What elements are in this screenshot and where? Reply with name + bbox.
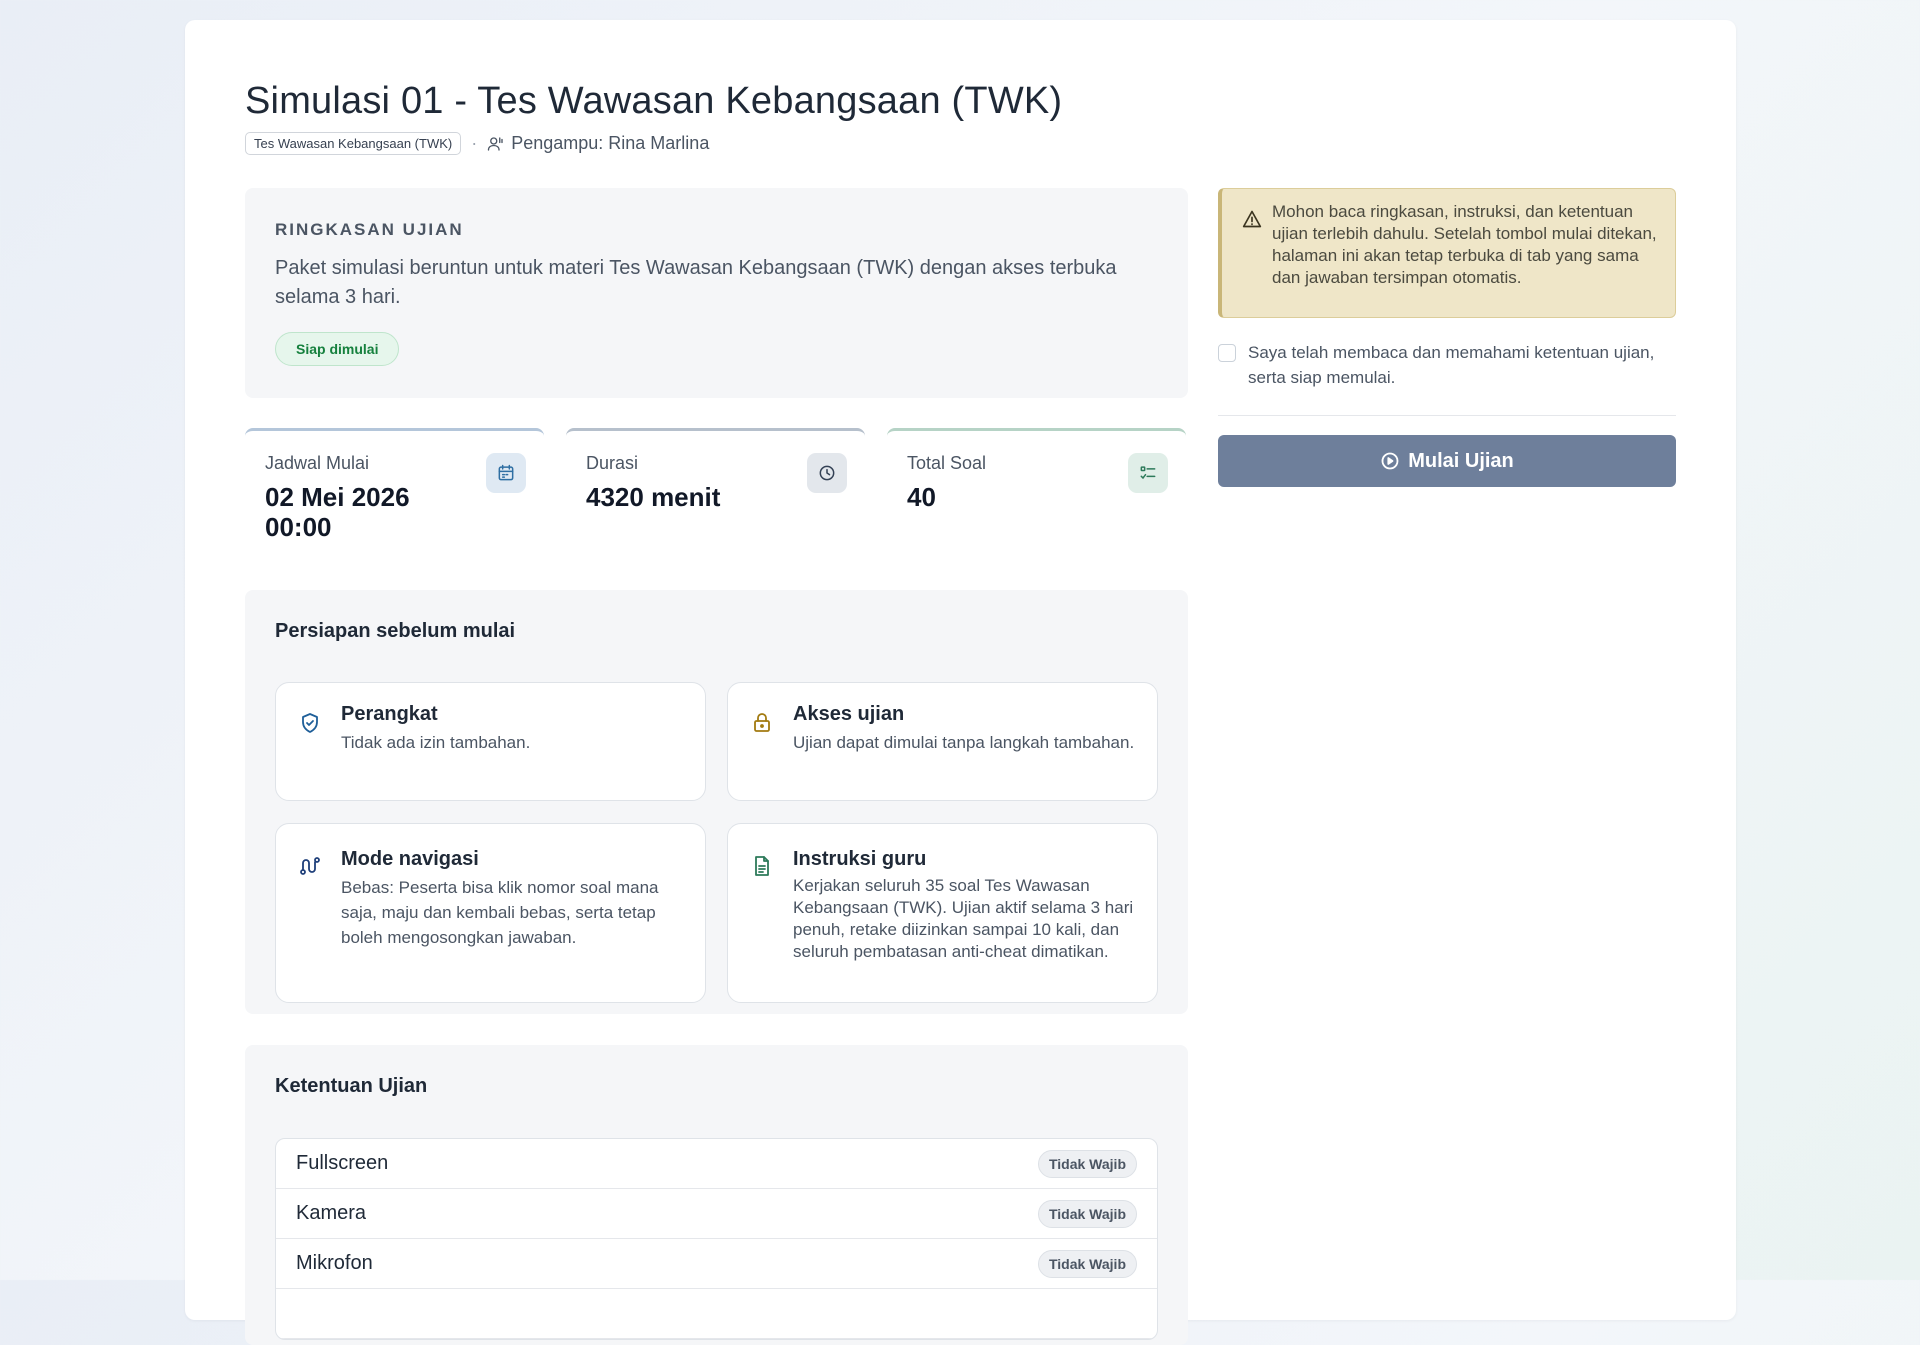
start-exam-button[interactable]: Mulai Ujian: [1218, 435, 1676, 487]
stat-duration: Durasi 4320 menit: [566, 428, 865, 558]
notice-text: Mohon baca ringkasan, instruksi, dan ket…: [1272, 202, 1657, 287]
teacher-name: Pengampu: Rina Marlina: [511, 133, 710, 153]
divider: [1218, 415, 1676, 416]
route-icon: [300, 857, 320, 875]
rule-name: Kamera: [296, 1202, 367, 1224]
table-row: [276, 1289, 1157, 1339]
prep-item-title: Mode navigasi: [341, 848, 479, 870]
prep-item-title: Perangkat: [341, 703, 438, 725]
lock-icon: [754, 713, 770, 732]
stat-total-questions: Total Soal 40: [887, 428, 1186, 558]
summary-panel: RINGKASAN UJIAN Paket simulasi beruntun …: [245, 188, 1188, 398]
rule-badge: Tidak Wajib: [1037, 1249, 1137, 1278]
stat-value: 40: [907, 482, 936, 512]
prep-item-title: Akses ujian: [793, 703, 905, 725]
table-row: Mikrofon Tidak Wajib: [276, 1239, 1157, 1289]
stat-start-schedule: Jadwal Mulai 02 Mei 2026 00:00: [245, 428, 544, 558]
page-title: Simulasi 01 - Tes Wawasan Kebangsaan (TW…: [245, 80, 1063, 122]
summary-description: Paket simulasi beruntun untuk materi Tes…: [275, 257, 1117, 308]
user-icon: [488, 136, 503, 151]
agree-checkbox-row[interactable]: Saya telah membaca dan memahami ketentua…: [1218, 340, 1676, 390]
clock-icon: [807, 453, 847, 493]
rule-name: Mikrofon: [296, 1252, 373, 1274]
rules-panel: Ketentuan Ujian Fullscreen Tidak Wajib K…: [245, 1045, 1188, 1345]
agree-label[interactable]: Saya telah membaca dan memahami ketentua…: [1248, 340, 1676, 390]
table-row: Fullscreen Tidak Wajib: [276, 1139, 1157, 1189]
notice-alert: Mohon baca ringkasan, instruksi, dan ket…: [1218, 188, 1676, 318]
rules-table: Fullscreen Tidak Wajib Kamera Tidak Waji…: [275, 1138, 1158, 1340]
prep-item-device: Perangkat Tidak ada izin tambahan.: [275, 682, 706, 801]
warning-icon: [1242, 210, 1262, 228]
prep-item-navigation: Mode navigasi Bebas: Peserta bisa klik n…: [275, 823, 706, 1003]
rules-title: Ketentuan Ujian: [275, 1075, 428, 1097]
prep-item-text: Ujian dapat dimulai tanpa langkah tambah…: [793, 733, 1135, 752]
summary-kicker: RINGKASAN UJIAN: [275, 220, 464, 239]
rule-badge: Tidak Wajib: [1037, 1199, 1137, 1228]
prep-item-title: Instruksi guru: [793, 848, 927, 870]
meta-separator: ·: [471, 133, 478, 153]
checklist-icon: [1128, 453, 1168, 493]
prep-item-teacher-instructions: Instruksi guru Kerjakan seluruh 35 soal …: [727, 823, 1158, 1003]
category-chip: Tes Wawasan Kebangsaan (TWK): [245, 132, 462, 155]
exam-card: Simulasi 01 - Tes Wawasan Kebangsaan (TW…: [185, 20, 1736, 1345]
exam-meta: Tes Wawasan Kebangsaan (TWK) · Pengampu:…: [245, 132, 709, 155]
rule-name: Fullscreen: [296, 1152, 389, 1174]
table-row: Kamera Tidak Wajib: [276, 1189, 1157, 1239]
prep-item-text: Bebas: Peserta bisa klik nomor soal mana…: [341, 878, 659, 947]
prep-item-text: Tidak ada izin tambahan.: [341, 733, 531, 752]
calendar-icon: [486, 453, 526, 493]
shield-check-icon: [302, 713, 318, 733]
prep-title: Persiapan sebelum mulai: [275, 620, 516, 642]
prep-item-text: Kerjakan seluruh 35 soal Tes Wawasan Keb…: [793, 876, 1134, 961]
play-circle-icon: [1381, 452, 1399, 470]
prep-item-access: Akses ujian Ujian dapat dimulai tanpa la…: [727, 682, 1158, 801]
start-exam-label[interactable]: Mulai Ujian: [1408, 450, 1514, 473]
teacher-info: Pengampu: Rina Marlina: [487, 133, 709, 154]
stat-value: 4320 menit: [586, 482, 721, 512]
agree-checkbox[interactable]: [1218, 344, 1236, 362]
document-icon: [755, 856, 769, 876]
status-badge: Siap dimulai: [275, 332, 400, 366]
stat-value: 02 Mei 2026 00:00: [265, 482, 410, 542]
rule-badge: Tidak Wajib: [1037, 1149, 1137, 1178]
